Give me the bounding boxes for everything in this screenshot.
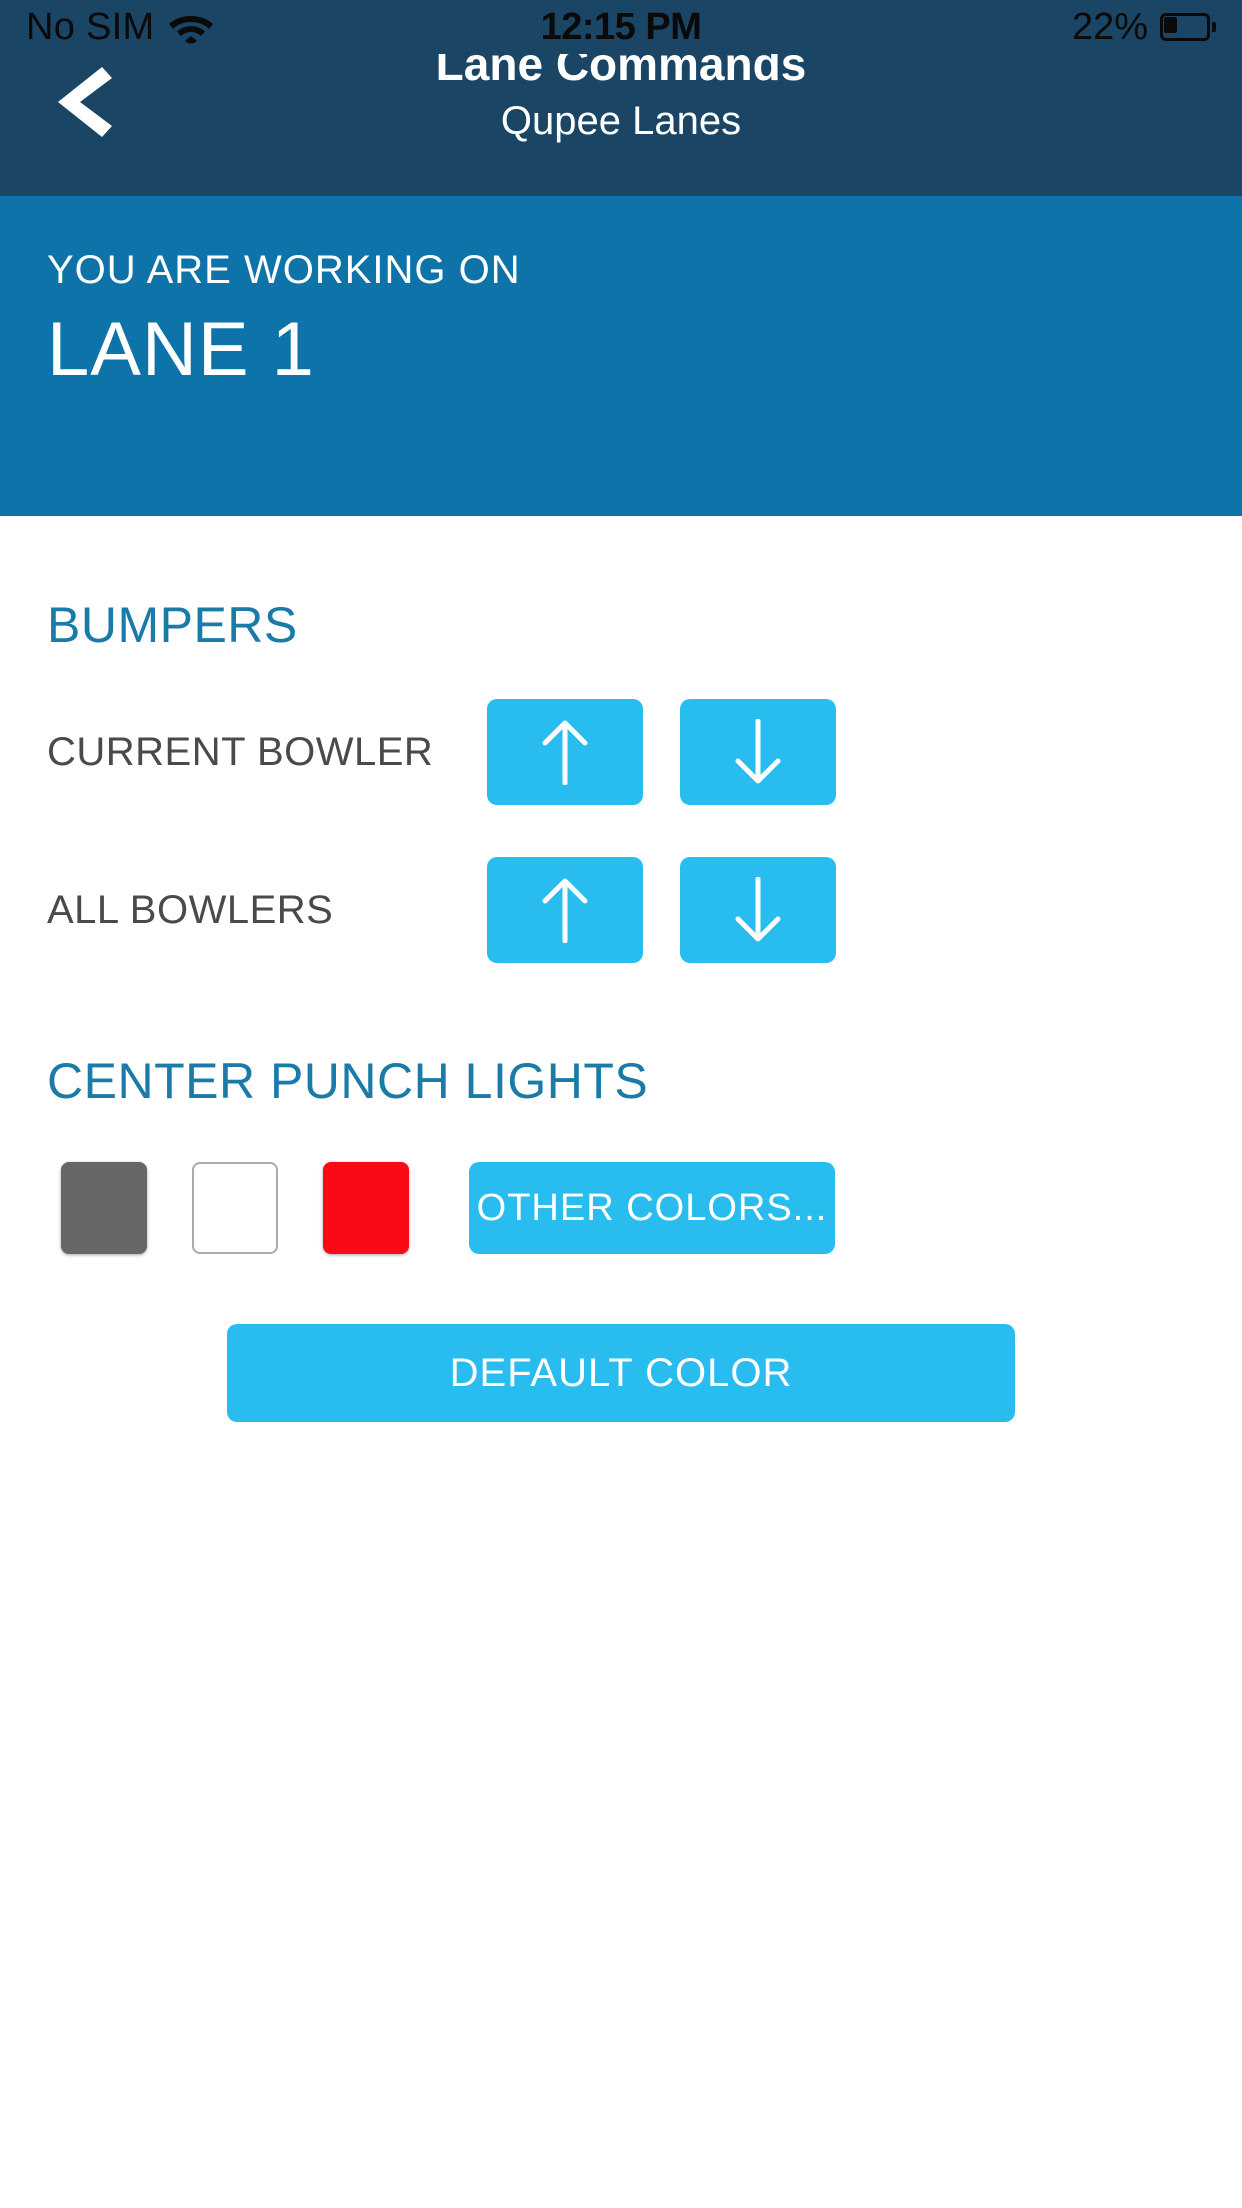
color-swatch-row: OTHER COLORS... — [0, 1162, 1242, 1272]
app-screen: Lane Commands Qupee Lanes No SIM 12:15 P… — [0, 0, 1242, 2208]
all-bowlers-bumper-up-button[interactable] — [487, 857, 643, 963]
battery-level-fill — [1164, 17, 1177, 33]
arrow-up-icon — [542, 720, 588, 785]
all-bowlers-bumper-down-button[interactable] — [680, 857, 836, 963]
battery-percent-label: 22% — [1071, 5, 1148, 48]
clock: 12:15 PM — [540, 5, 702, 48]
bumpers-row-all-bowlers: ALL BOWLERS — [0, 850, 1242, 970]
back-button[interactable] — [44, 62, 124, 142]
arrow-down-icon — [735, 877, 781, 942]
lane-banner: YOU ARE WORKING ON LANE 1 — [0, 196, 1242, 516]
status-bar-right: 22% — [1072, 6, 1216, 49]
arrow-down-icon — [735, 719, 781, 784]
current-bowler-label: CURRENT BOWLER — [47, 729, 434, 774]
center-punch-lights-section-title: CENTER PUNCH LIGHTS — [47, 1053, 649, 1109]
current-lane-label: LANE 1 — [47, 307, 315, 392]
color-swatch-white[interactable] — [192, 1162, 278, 1254]
page-subtitle: Qupee Lanes — [500, 99, 742, 143]
battery-cap — [1212, 22, 1216, 32]
color-swatch-gray[interactable] — [61, 1162, 147, 1254]
arrow-up-icon — [542, 878, 588, 943]
chevron-left-icon — [58, 67, 112, 137]
status-bar: No SIM 12:15 PM 22% — [0, 0, 1242, 54]
main-content: BUMPERS CURRENT BOWLER ALL BOWLERS CENTE… — [0, 516, 1242, 1422]
other-colors-button[interactable]: OTHER COLORS... — [469, 1162, 835, 1254]
carrier-label: No SIM — [26, 5, 155, 48]
status-bar-left: No SIM — [26, 6, 213, 49]
default-color-button[interactable]: DEFAULT COLOR — [227, 1324, 1015, 1422]
all-bowlers-label: ALL BOWLERS — [47, 887, 334, 932]
color-swatch-red[interactable] — [323, 1162, 409, 1254]
banner-eyebrow-label: YOU ARE WORKING ON — [47, 248, 521, 292]
bumpers-section-title: BUMPERS — [47, 597, 298, 653]
current-bowler-bumper-down-button[interactable] — [680, 699, 836, 805]
battery-icon — [1160, 13, 1216, 41]
bumpers-row-current-bowler: CURRENT BOWLER — [0, 692, 1242, 812]
current-bowler-bumper-up-button[interactable] — [487, 699, 643, 805]
wifi-icon — [168, 16, 213, 44]
